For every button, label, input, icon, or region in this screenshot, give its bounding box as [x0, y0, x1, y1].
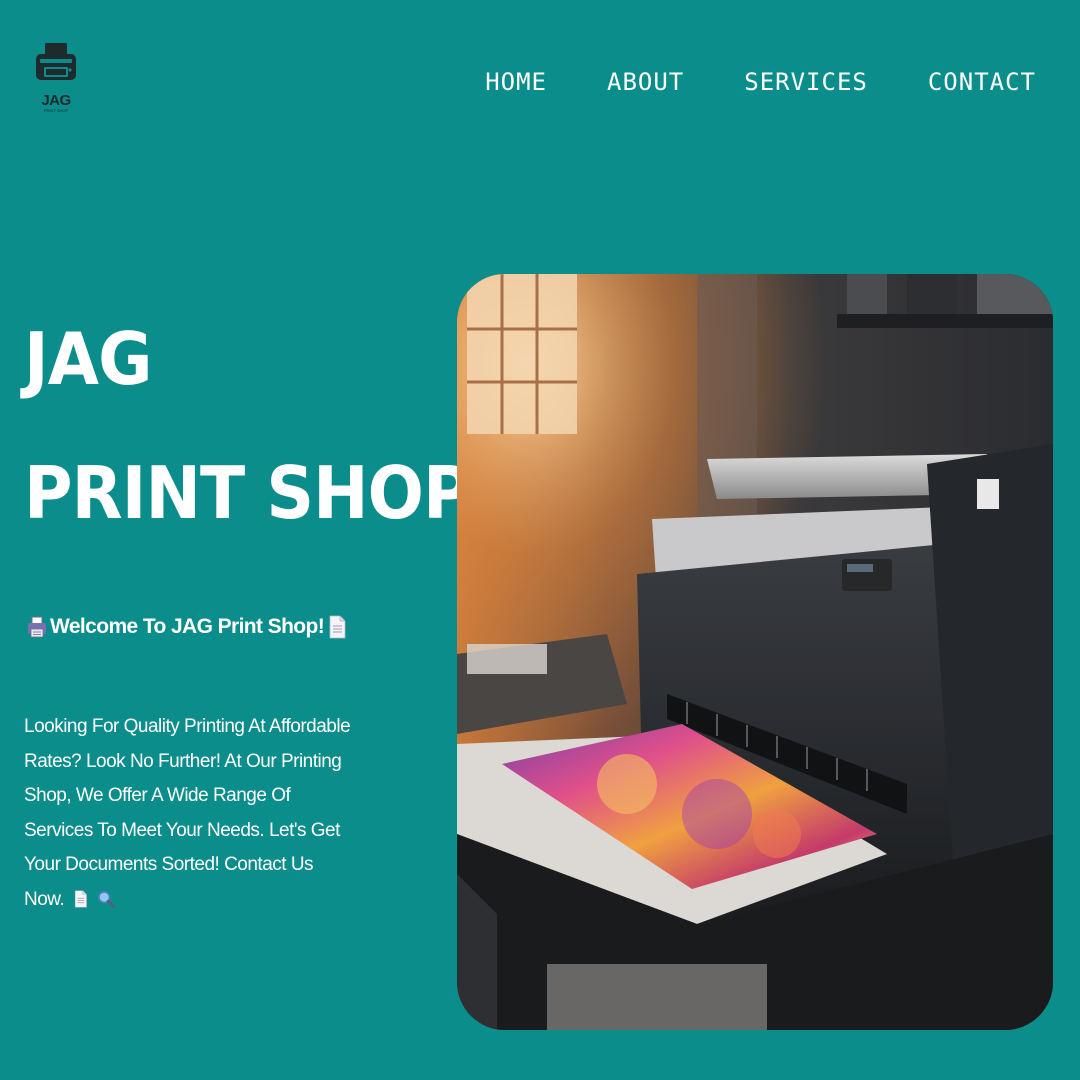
site-header: JAG PRINT SHOP HOME ABOUT SERVICES CONTA… [0, 0, 1080, 170]
magnifier-emoji-icon [97, 891, 115, 909]
hero-description-text: Looking For Quality Printing At Affordab… [24, 716, 351, 910]
document-emoji-icon [329, 615, 346, 639]
logo-text: JAG [41, 92, 71, 109]
nav-services-link[interactable]: SERVICES [744, 62, 868, 102]
large-format-printer-image [457, 274, 1053, 1030]
brand-logo[interactable]: JAG PRINT SHOP [30, 42, 82, 118]
main-nav: HOME ABOUT SERVICES CONTACT [425, 62, 1036, 102]
hero-title: JAG PRINT SHOP [24, 292, 472, 560]
nav-about-link[interactable]: ABOUT [607, 62, 684, 102]
hero-description: Looking For Quality Printing At Affordab… [24, 710, 354, 917]
nav-home-link[interactable]: HOME [485, 62, 547, 102]
nav-contact-link[interactable]: CONTACT [928, 62, 1036, 102]
printer-photo [457, 274, 1053, 1030]
logo-subtext: PRINT SHOP [43, 108, 69, 113]
hero-title-line-1: JAG [24, 317, 152, 401]
printer-emoji-icon [28, 616, 46, 638]
hero-title-line-2: PRINT SHOP [24, 451, 472, 535]
printer-logo-icon [36, 43, 76, 80]
welcome-text: Welcome To JAG Print Shop! [50, 615, 325, 638]
welcome-line: Welcome To JAG Print Shop! [24, 615, 350, 639]
document-emoji-icon [74, 890, 87, 909]
